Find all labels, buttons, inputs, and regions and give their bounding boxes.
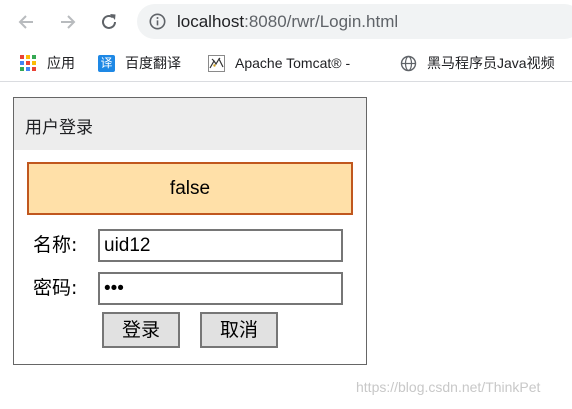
apps-grid-dot <box>32 67 36 72</box>
apps-grid-dot <box>26 54 30 59</box>
message-box: false <box>27 162 353 215</box>
apps-grid-dot <box>20 67 24 72</box>
bookmark-baidu-fanyi[interactable]: 译 百度翻译 <box>98 53 181 73</box>
login-panel: 用户登录 false 名称: uid12 密码: ••• 登录 取消 <box>13 97 367 365</box>
apps-grid-icon <box>20 54 37 72</box>
cancel-button[interactable]: 取消 <box>200 312 278 348</box>
login-button[interactable]: 登录 <box>102 312 180 348</box>
password-label: 密码: <box>33 277 78 299</box>
apps-grid-dot <box>32 54 36 59</box>
url-path: :8080/rwr/Login.html <box>244 12 399 31</box>
bookmark-heima-java[interactable]: 黑马程序员Java视频 <box>400 53 555 73</box>
password-input[interactable]: ••• <box>98 272 343 305</box>
tomcat-icon <box>208 54 225 72</box>
arrow-left-icon <box>18 15 33 29</box>
reload-button[interactable] <box>95 8 123 36</box>
reload-icon <box>102 14 116 29</box>
apps-grid-dot <box>32 60 36 65</box>
arrow-right-icon <box>61 15 76 29</box>
name-input[interactable]: uid12 <box>98 229 343 262</box>
apps-grid-dot <box>20 54 24 59</box>
address-bar[interactable]: localhost:8080/rwr/Login.html <box>137 4 572 39</box>
apps-grid-dot <box>20 60 24 65</box>
url-host: localhost <box>177 12 245 31</box>
url-text[interactable]: localhost:8080/rwr/Login.html <box>177 12 398 31</box>
apps-grid-dot <box>26 60 30 65</box>
info-circle-icon[interactable] <box>149 13 166 30</box>
name-label: 名称: <box>33 234 78 256</box>
bookmark-apps[interactable]: 应用 <box>20 53 75 73</box>
bookmark-apache-tomcat[interactable]: Apache Tomcat® - <box>208 53 350 73</box>
back-button[interactable] <box>12 8 40 36</box>
login-header: 用户登录 <box>14 98 366 150</box>
message-text: false <box>169 177 211 199</box>
bookmark-label: 百度翻译 <box>125 55 181 71</box>
watermark: https://blog.csdn.net/ThinkPet <box>356 379 541 395</box>
bookmark-label: 应用 <box>47 55 75 71</box>
browser-toolbar: localhost:8080/rwr/Login.html <box>0 0 572 44</box>
globe-icon <box>400 55 417 71</box>
bookmark-label: 黑马程序员Java视频 <box>427 55 555 71</box>
translate-icon: 译 <box>98 54 115 72</box>
forward-button[interactable] <box>54 8 82 36</box>
bookmark-label: Apache Tomcat® - <box>235 55 351 71</box>
login-title: 用户登录 <box>25 118 93 138</box>
bookmarks-bar: 应用 译 百度翻译 Apache Tomcat® - 黑马程序员Java视频 <box>0 44 572 82</box>
apps-grid-dot <box>26 67 30 72</box>
